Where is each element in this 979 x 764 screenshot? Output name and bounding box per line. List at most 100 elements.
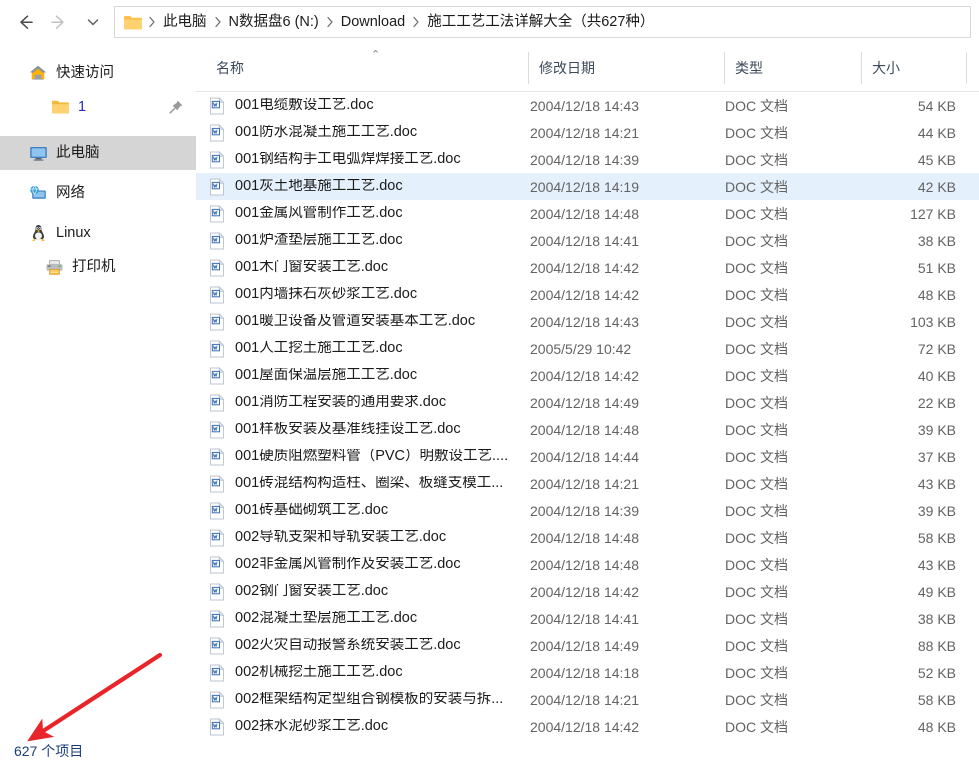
breadcrumb-separator[interactable]: [409, 16, 423, 28]
sidebar-item-network[interactable]: 网络: [0, 176, 196, 210]
file-type-cell: DOC 文档: [725, 97, 788, 114]
table-row[interactable]: 002机械挖土施工工艺.doc 2004/12/18 14:18 DOC 文档 52 …: [196, 659, 979, 686]
file-name-cell[interactable]: 002非金属风管制作及安装工艺.doc: [208, 551, 461, 578]
breadcrumb-separator[interactable]: [211, 16, 225, 28]
breadcrumb-item-0[interactable]: 此电脑: [159, 13, 211, 32]
sidebar-item-folder-1[interactable]: 1: [0, 90, 196, 124]
back-button[interactable]: [8, 7, 42, 37]
file-name-cell[interactable]: 001人工挖土施工工艺.doc: [208, 335, 403, 362]
file-name-cell[interactable]: 001防水混凝土施工工艺.doc: [208, 119, 417, 146]
table-row[interactable]: 001金属风管制作工艺.doc 2004/12/18 14:48 DOC 文档 127…: [196, 200, 979, 227]
recent-locations-button[interactable]: [76, 7, 110, 37]
file-name-cell[interactable]: 002导轨支架和导轨安装工艺.doc: [208, 524, 446, 551]
table-row[interactable]: 001暖卫设备及管道安装基本工艺.doc 2004/12/18 14:43 DOC …: [196, 308, 979, 335]
file-type-cell: DOC 文档: [725, 151, 788, 168]
file-name-cell[interactable]: 001消防工程安装的通用要求.doc: [208, 389, 446, 416]
column-divider[interactable]: [966, 52, 967, 84]
table-row[interactable]: 002抹水泥砂浆工艺.doc 2004/12/18 14:42 DOC 文档 48 K…: [196, 713, 979, 740]
file-date-cell: 2004/12/18 14:44: [530, 448, 639, 465]
column-header-label: 修改日期: [539, 59, 595, 76]
file-date-cell: 2004/12/18 14:39: [530, 151, 639, 168]
file-size-cell: 45 KB: [917, 151, 956, 168]
word-document-icon: [208, 204, 226, 223]
table-row[interactable]: 002非金属风管制作及安装工艺.doc 2004/12/18 14:48 DOC 文…: [196, 551, 979, 578]
word-document-icon: [208, 663, 226, 682]
word-document-icon: [208, 285, 226, 304]
file-name-label: 002抹水泥砂浆工艺.doc: [235, 719, 389, 734]
breadcrumb-item-1[interactable]: N数据盘6 (N:): [225, 13, 323, 32]
table-row[interactable]: 002钢门窗安装工艺.doc 2004/12/18 14:42 DOC 文档 49 K…: [196, 578, 979, 605]
file-name-label: 002混凝土垫层施工工艺.doc: [235, 611, 418, 626]
file-date-cell: 2004/12/18 14:19: [530, 178, 639, 195]
breadcrumb-separator[interactable]: [323, 16, 337, 28]
table-row[interactable]: 001人工挖土施工工艺.doc 2005/5/29 10:42 DOC 文档 72 K…: [196, 335, 979, 362]
table-row[interactable]: 001砖混结构构造柱、圈梁、板缝支模工... 2004/12/18 14:21 DO…: [196, 470, 979, 497]
file-name-label: 002机械挖土施工工艺.doc: [235, 665, 403, 680]
breadcrumb-item-3[interactable]: 施工工艺工法详解大全（共627种）: [423, 13, 658, 32]
file-type-cell: DOC 文档: [725, 124, 788, 141]
file-name-cell[interactable]: 001暖卫设备及管道安装基本工艺.doc: [208, 308, 475, 335]
file-name-cell[interactable]: 001硬质阻燃塑料管（PVC）明敷设工艺....: [208, 443, 508, 470]
table-row[interactable]: 001电缆敷设工艺.doc 2004/12/18 14:43 DOC 文档 54 KB: [196, 92, 979, 119]
file-name-cell[interactable]: 001金属风管制作工艺.doc: [208, 200, 403, 227]
table-row[interactable]: 002混凝土垫层施工工艺.doc 2004/12/18 14:41 DOC 文档 38…: [196, 605, 979, 632]
file-name-cell[interactable]: 001钢结构手工电弧焊焊接工艺.doc: [208, 146, 461, 173]
sidebar-item-linux[interactable]: Linux: [0, 216, 196, 250]
table-row[interactable]: 002火灾自动报警系统安装工艺.doc 2004/12/18 14:49 DOC 文…: [196, 632, 979, 659]
table-row[interactable]: 001防水混凝土施工工艺.doc 2004/12/18 14:21 DOC 文档 44…: [196, 119, 979, 146]
file-name-cell[interactable]: 001样板安装及基准线挂设工艺.doc: [208, 416, 461, 443]
file-name-cell[interactable]: 001木门窗安装工艺.doc: [208, 254, 388, 281]
pin-icon[interactable]: [168, 99, 184, 115]
file-name-label: 002导轨支架和导轨安装工艺.doc: [235, 530, 447, 545]
column-header-type[interactable]: 类型: [725, 44, 861, 91]
table-row[interactable]: 001消防工程安装的通用要求.doc 2004/12/18 14:49 DOC 文档…: [196, 389, 979, 416]
table-row[interactable]: 001炉渣垫层施工工艺.doc 2004/12/18 14:41 DOC 文档 38 …: [196, 227, 979, 254]
word-document-icon: [208, 393, 226, 412]
column-header-size[interactable]: 大小: [862, 44, 966, 91]
status-bar: 627 个项目: [0, 738, 979, 764]
file-name-cell[interactable]: 001砖混结构构造柱、圈梁、板缝支模工...: [208, 470, 503, 497]
table-row[interactable]: 002框架结构定型组合钢模板的安装与拆... 2004/12/18 14:21 DO…: [196, 686, 979, 713]
table-row[interactable]: 002导轨支架和导轨安装工艺.doc 2004/12/18 14:48 DOC 文档…: [196, 524, 979, 551]
file-size-cell: 127 KB: [910, 205, 956, 222]
table-row[interactable]: 001灰土地基施工工艺.doc 2004/12/18 14:19 DOC 文档 42 …: [196, 173, 979, 200]
file-name-cell[interactable]: 001内墙抹石灰砂浆工艺.doc: [208, 281, 417, 308]
breadcrumb-separator[interactable]: [145, 16, 159, 28]
arrow-right-icon: [51, 15, 64, 29]
table-row[interactable]: 001硬质阻燃塑料管（PVC）明敷设工艺.... 2004/12/18 14:44…: [196, 443, 979, 470]
file-list[interactable]: 001电缆敷设工艺.doc 2004/12/18 14:43 DOC 文档 54 KB…: [196, 92, 979, 740]
file-name-cell[interactable]: 002框架结构定型组合钢模板的安装与拆...: [208, 686, 503, 713]
file-date-cell: 2004/12/18 14:41: [530, 232, 639, 249]
file-name-cell[interactable]: 001灰土地基施工工艺.doc: [208, 173, 403, 200]
forward-button[interactable]: [42, 7, 76, 37]
file-size-cell: 37 KB: [917, 448, 956, 465]
breadcrumb-item-2[interactable]: Download: [337, 13, 410, 32]
sidebar-item-this-pc[interactable]: 此电脑: [0, 136, 196, 170]
file-size-cell: 44 KB: [917, 124, 956, 141]
file-name-cell[interactable]: 002机械挖土施工工艺.doc: [208, 659, 403, 686]
file-name-cell[interactable]: 002抹水泥砂浆工艺.doc: [208, 713, 388, 740]
file-name-cell[interactable]: 001电缆敷设工艺.doc: [208, 92, 374, 119]
file-name-cell[interactable]: 002钢门窗安装工艺.doc: [208, 578, 388, 605]
column-header-name[interactable]: 名称: [206, 44, 528, 91]
file-name-cell[interactable]: 002混凝土垫层施工工艺.doc: [208, 605, 417, 632]
sidebar-item-quick-access[interactable]: 快速访问: [0, 56, 196, 90]
sidebar-item-printer[interactable]: 打印机: [0, 250, 196, 284]
table-row[interactable]: 001钢结构手工电弧焊焊接工艺.doc 2004/12/18 14:39 DOC 文…: [196, 146, 979, 173]
file-name-cell[interactable]: 001砖基础砌筑工艺.doc: [208, 497, 388, 524]
column-header-date-modified[interactable]: 修改日期: [529, 44, 724, 91]
table-row[interactable]: 001砖基础砌筑工艺.doc 2004/12/18 14:39 DOC 文档 39 K…: [196, 497, 979, 524]
table-row[interactable]: 001屋面保温层施工工艺.doc 2004/12/18 14:42 DOC 文档 40…: [196, 362, 979, 389]
address-bar[interactable]: 此电脑 N数据盘6 (N:) Download 施工工艺工法详解大全（共627种…: [114, 6, 971, 38]
file-date-cell: 2005/5/29 10:42: [530, 340, 632, 357]
word-document-icon: [208, 366, 226, 385]
word-document-icon: [208, 339, 226, 358]
table-row[interactable]: 001样板安装及基准线挂设工艺.doc 2004/12/18 14:48 DOC 文…: [196, 416, 979, 443]
file-date-cell: 2004/12/18 14:21: [530, 124, 639, 141]
file-name-cell[interactable]: 001屋面保温层施工工艺.doc: [208, 362, 417, 389]
file-name-cell[interactable]: 001炉渣垫层施工工艺.doc: [208, 227, 403, 254]
file-name-label: 001消防工程安装的通用要求.doc: [235, 395, 447, 410]
file-name-cell[interactable]: 002火灾自动报警系统安装工艺.doc: [208, 632, 461, 659]
table-row[interactable]: 001木门窗安装工艺.doc 2004/12/18 14:42 DOC 文档 51 K…: [196, 254, 979, 281]
table-row[interactable]: 001内墙抹石灰砂浆工艺.doc 2004/12/18 14:42 DOC 文档 48…: [196, 281, 979, 308]
